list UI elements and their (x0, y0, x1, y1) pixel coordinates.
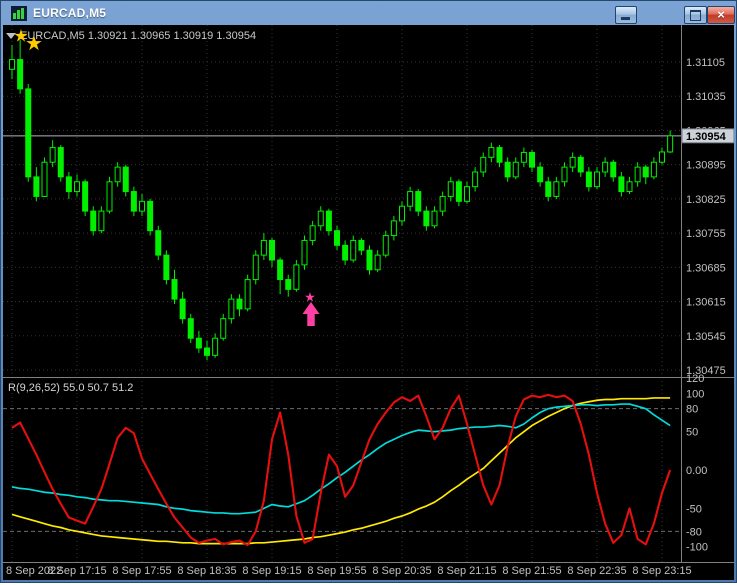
titlebar[interactable]: EURCAD,M5 × (3, 2, 734, 25)
gold-star-2: ★ (25, 33, 43, 55)
svg-text:8 Sep 18:35: 8 Sep 18:35 (177, 565, 236, 577)
close-icon: × (708, 7, 734, 23)
svg-text:100: 100 (686, 388, 704, 400)
chart-icon (11, 6, 27, 21)
svg-text:120: 120 (686, 373, 704, 385)
svg-text:8 Sep 17:55: 8 Sep 17:55 (112, 565, 171, 577)
price-chart-svg[interactable]: 1.311051.310351.309651.308951.308251.307… (3, 25, 734, 580)
minimize-icon (621, 17, 630, 20)
svg-text:50: 50 (686, 427, 698, 439)
window-title: EURCAD,M5 (33, 6, 106, 20)
svg-text:8 Sep 17:15: 8 Sep 17:15 (47, 565, 106, 577)
svg-text:EURCAD,M5 1.30921 1.30965 1.30: EURCAD,M5 1.30921 1.30965 1.30919 1.3095… (20, 30, 256, 42)
svg-text:8 Sep 23:15: 8 Sep 23:15 (632, 565, 691, 577)
maximize-icon (690, 10, 701, 21)
indicator-line-slow-yellow (12, 398, 670, 544)
svg-text:-50: -50 (686, 503, 702, 515)
indicator-line-fast-red (12, 395, 670, 545)
candles (10, 40, 673, 360)
svg-text:1.30895: 1.30895 (686, 160, 726, 172)
svg-text:1.30615: 1.30615 (686, 297, 726, 309)
svg-text:R(9,26,52) 55.0 50.7 51.2: R(9,26,52) 55.0 50.7 51.2 (8, 382, 133, 394)
indicator-axis: 120 100 80 50 0.00 -50 -80 -100 (686, 373, 708, 554)
svg-text:1.30825: 1.30825 (686, 194, 726, 206)
terminal-window: EURCAD,M5 × 1.311051.310351.309651.30895… (0, 0, 737, 583)
svg-text:1.31035: 1.31035 (686, 91, 726, 103)
close-button[interactable]: × (707, 6, 735, 24)
indicator-levels (3, 409, 681, 532)
svg-text:1.30545: 1.30545 (686, 331, 726, 343)
minimize-button[interactable] (615, 6, 637, 24)
svg-text:0.00: 0.00 (686, 465, 707, 477)
svg-text:8 Sep 19:15: 8 Sep 19:15 (242, 565, 301, 577)
indicator-lines (12, 395, 670, 545)
svg-text:1.30685: 1.30685 (686, 262, 726, 274)
bid-price-tag: 1.30954 (682, 129, 734, 143)
pink-star: ★ (304, 290, 316, 305)
svg-text:80: 80 (686, 404, 698, 416)
svg-text:-80: -80 (686, 526, 702, 538)
svg-text:8 Sep 20:35: 8 Sep 20:35 (372, 565, 431, 577)
pink-buy-arrow (303, 302, 320, 326)
svg-text:1.30755: 1.30755 (686, 228, 726, 240)
indicator-label: R(9,26,52) 55.0 50.7 51.2 (8, 382, 133, 394)
chart-canvas[interactable]: 1.311051.310351.309651.308951.308251.307… (3, 25, 734, 580)
svg-text:8 Sep 21:15: 8 Sep 21:15 (437, 565, 496, 577)
svg-text:1.30954: 1.30954 (686, 131, 727, 143)
svg-text:8 Sep 22:35: 8 Sep 22:35 (567, 565, 626, 577)
time-axis: 8 Sep 20228 Sep 17:158 Sep 17:558 Sep 18… (6, 565, 692, 577)
svg-text:8 Sep 21:55: 8 Sep 21:55 (502, 565, 561, 577)
svg-text:-100: -100 (686, 542, 708, 554)
maximize-button[interactable] (684, 6, 707, 24)
svg-text:8 Sep 19:55: 8 Sep 19:55 (307, 565, 366, 577)
price-axis: 1.311051.310351.309651.308951.308251.307… (686, 57, 726, 377)
ohlc-label: EURCAD,M5 1.30921 1.30965 1.30919 1.3095… (20, 30, 256, 42)
svg-text:1.31105: 1.31105 (686, 57, 725, 69)
